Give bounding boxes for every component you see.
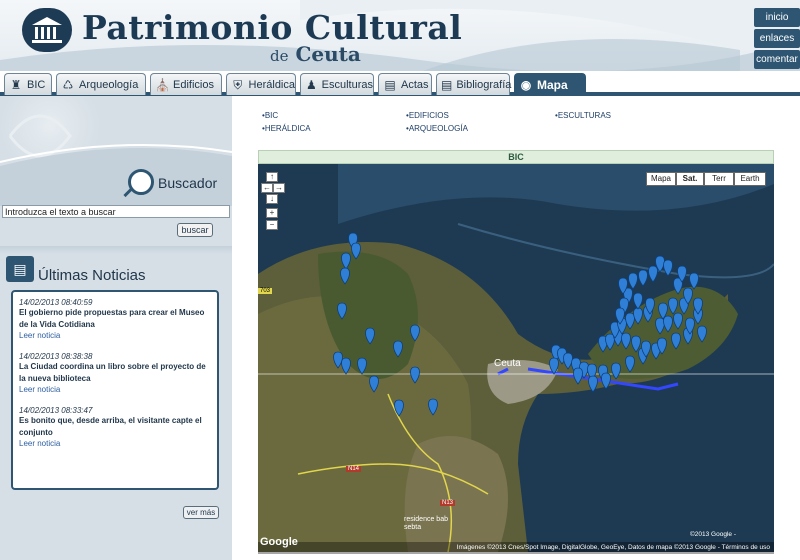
zoom-in-button[interactable]: +: [266, 208, 278, 218]
tab-esculturas[interactable]: ♟ Esculturas: [300, 73, 374, 95]
header: Patrimonio Cultural de Ceuta inicio enla…: [0, 0, 800, 72]
map-type-earth[interactable]: Earth: [734, 172, 766, 186]
tab-bar: ♜ BIC ♺ Arqueología ⛪ Edificios ⛨ Heráldica …: [0, 71, 800, 96]
news-headline[interactable]: Es bonito que, desde arriba, el visitant…: [19, 415, 211, 439]
tab-bic[interactable]: ♜ BIC: [4, 73, 52, 95]
statue-icon: ♟: [305, 77, 317, 92]
tab-mapa[interactable]: ◉ Mapa: [514, 73, 586, 95]
news-date: 14/02/2013 08:40:59: [19, 298, 93, 307]
logo[interactable]: [22, 8, 72, 52]
newspaper-icon: ▤: [6, 256, 34, 282]
map-label-ceuta: Ceuta: [494, 358, 521, 369]
tab-actas[interactable]: ▤ Actas: [378, 73, 432, 95]
search-input[interactable]: [2, 205, 230, 218]
map-copyright: ©2013 Google -: [690, 531, 736, 538]
enlaces-button[interactable]: enlaces: [754, 29, 800, 48]
map-label-703: 703: [258, 288, 273, 294]
category-links: BIC EDIFICIOS ESCULTURAS HERÁLDICA ARQUE…: [258, 107, 778, 147]
eye-icon: ◉: [520, 77, 532, 92]
subtitle-place: Ceuta: [295, 42, 361, 66]
map-attribution[interactable]: Imágenes ©2013 Cnes/Spot Image, DigitalG…: [258, 542, 774, 554]
map-label-residence: residence bab sebta: [404, 516, 448, 531]
pan-up-button[interactable]: ↑: [266, 172, 278, 182]
tab-label: Edificios: [173, 78, 214, 91]
category-link-edificios[interactable]: EDIFICIOS: [406, 111, 449, 120]
temple-icon: [32, 17, 62, 43]
news-read-link[interactable]: Leer noticia: [19, 385, 211, 394]
map-section-title: BIC: [258, 150, 774, 164]
news-list: 14/02/2013 08:40:59 El gobierno pide pro…: [11, 290, 219, 490]
book-icon: ▤: [441, 77, 453, 92]
zoom-out-button[interactable]: −: [266, 220, 278, 230]
more-news-button[interactable]: ver más: [183, 506, 219, 519]
news-read-link[interactable]: Leer noticia: [19, 439, 211, 448]
search-label: Buscador: [158, 175, 218, 191]
pan-down-button[interactable]: ↓: [266, 194, 278, 204]
shield-icon: ⛨: [233, 77, 243, 92]
tab-edificios[interactable]: ⛪ Edificios: [150, 73, 222, 95]
map-type-terr[interactable]: Terr: [704, 172, 734, 186]
page: Patrimonio Cultural de Ceuta inicio enla…: [0, 0, 800, 560]
map-view[interactable]: Ceuta residence bab sebta N13 N14 703: [258, 164, 774, 552]
map-label-n13: N13: [440, 500, 456, 506]
tab-bibliografia[interactable]: ▤ Bibliografía: [436, 73, 512, 95]
search-button[interactable]: buscar: [177, 223, 213, 237]
amphora-icon: ♺: [62, 77, 74, 92]
comentar-button[interactable]: comentar: [754, 50, 800, 69]
news-date: 14/02/2013 08:38:38: [19, 352, 93, 361]
document-icon: ▤: [384, 77, 396, 92]
tab-label: Mapa: [537, 77, 568, 92]
news-headline[interactable]: La Ciudad coordina un libro sobre el pro…: [19, 361, 211, 385]
category-link-bic[interactable]: BIC: [262, 111, 278, 120]
building-icon: ⛪: [155, 77, 170, 92]
pan-right-button[interactable]: →: [273, 183, 285, 193]
tab-label: Arqueología: [79, 78, 139, 91]
map-type-mapa[interactable]: Mapa: [646, 172, 676, 186]
category-link-heraldica[interactable]: HERÁLDICA: [262, 124, 311, 133]
news-item: 14/02/2013 08:38:38 La Ciudad coordina u…: [19, 352, 211, 394]
left-sidebar: Buscador buscar ▤ Últimas Noticias 14/02…: [0, 96, 232, 560]
category-link-arqueologia[interactable]: ARQUEOLOGÍA: [406, 124, 468, 133]
tab-label: Esculturas: [321, 78, 373, 91]
google-logo[interactable]: Google: [260, 536, 298, 548]
news-title: Últimas Noticias: [38, 267, 146, 284]
tab-label: Heráldica: [248, 78, 295, 91]
tab-label: Bibliografía: [456, 78, 512, 91]
pan-left-button[interactable]: ←: [261, 183, 273, 193]
tab-label: BIC: [27, 78, 46, 91]
news-headline[interactable]: El gobierno pide propuestas para crear e…: [19, 307, 211, 331]
inicio-button[interactable]: inicio: [754, 8, 800, 27]
map-type-sat[interactable]: Sat.: [676, 172, 704, 186]
tower-icon: ♜: [10, 77, 22, 92]
tab-heraldica[interactable]: ⛨ Heráldica: [226, 73, 296, 95]
tab-arqueologia[interactable]: ♺ Arqueología: [56, 73, 146, 95]
page-scrollbar[interactable]: [784, 96, 800, 560]
news-item: 14/02/2013 08:33:47 Es bonito que, desde…: [19, 406, 211, 448]
map-label-n14: N14: [346, 466, 362, 472]
subtitle-de: de: [270, 47, 289, 65]
sidebar-divider: [0, 246, 232, 254]
site-subtitle: de Ceuta: [270, 42, 361, 66]
news-read-link[interactable]: Leer noticia: [19, 331, 211, 340]
news-item: 14/02/2013 08:40:59 El gobierno pide pro…: [19, 298, 211, 340]
magnifier-icon: [128, 169, 154, 195]
news-date: 14/02/2013 08:33:47: [19, 406, 93, 415]
category-link-esculturas[interactable]: ESCULTURAS: [555, 111, 611, 120]
tab-label: Actas: [401, 78, 429, 91]
